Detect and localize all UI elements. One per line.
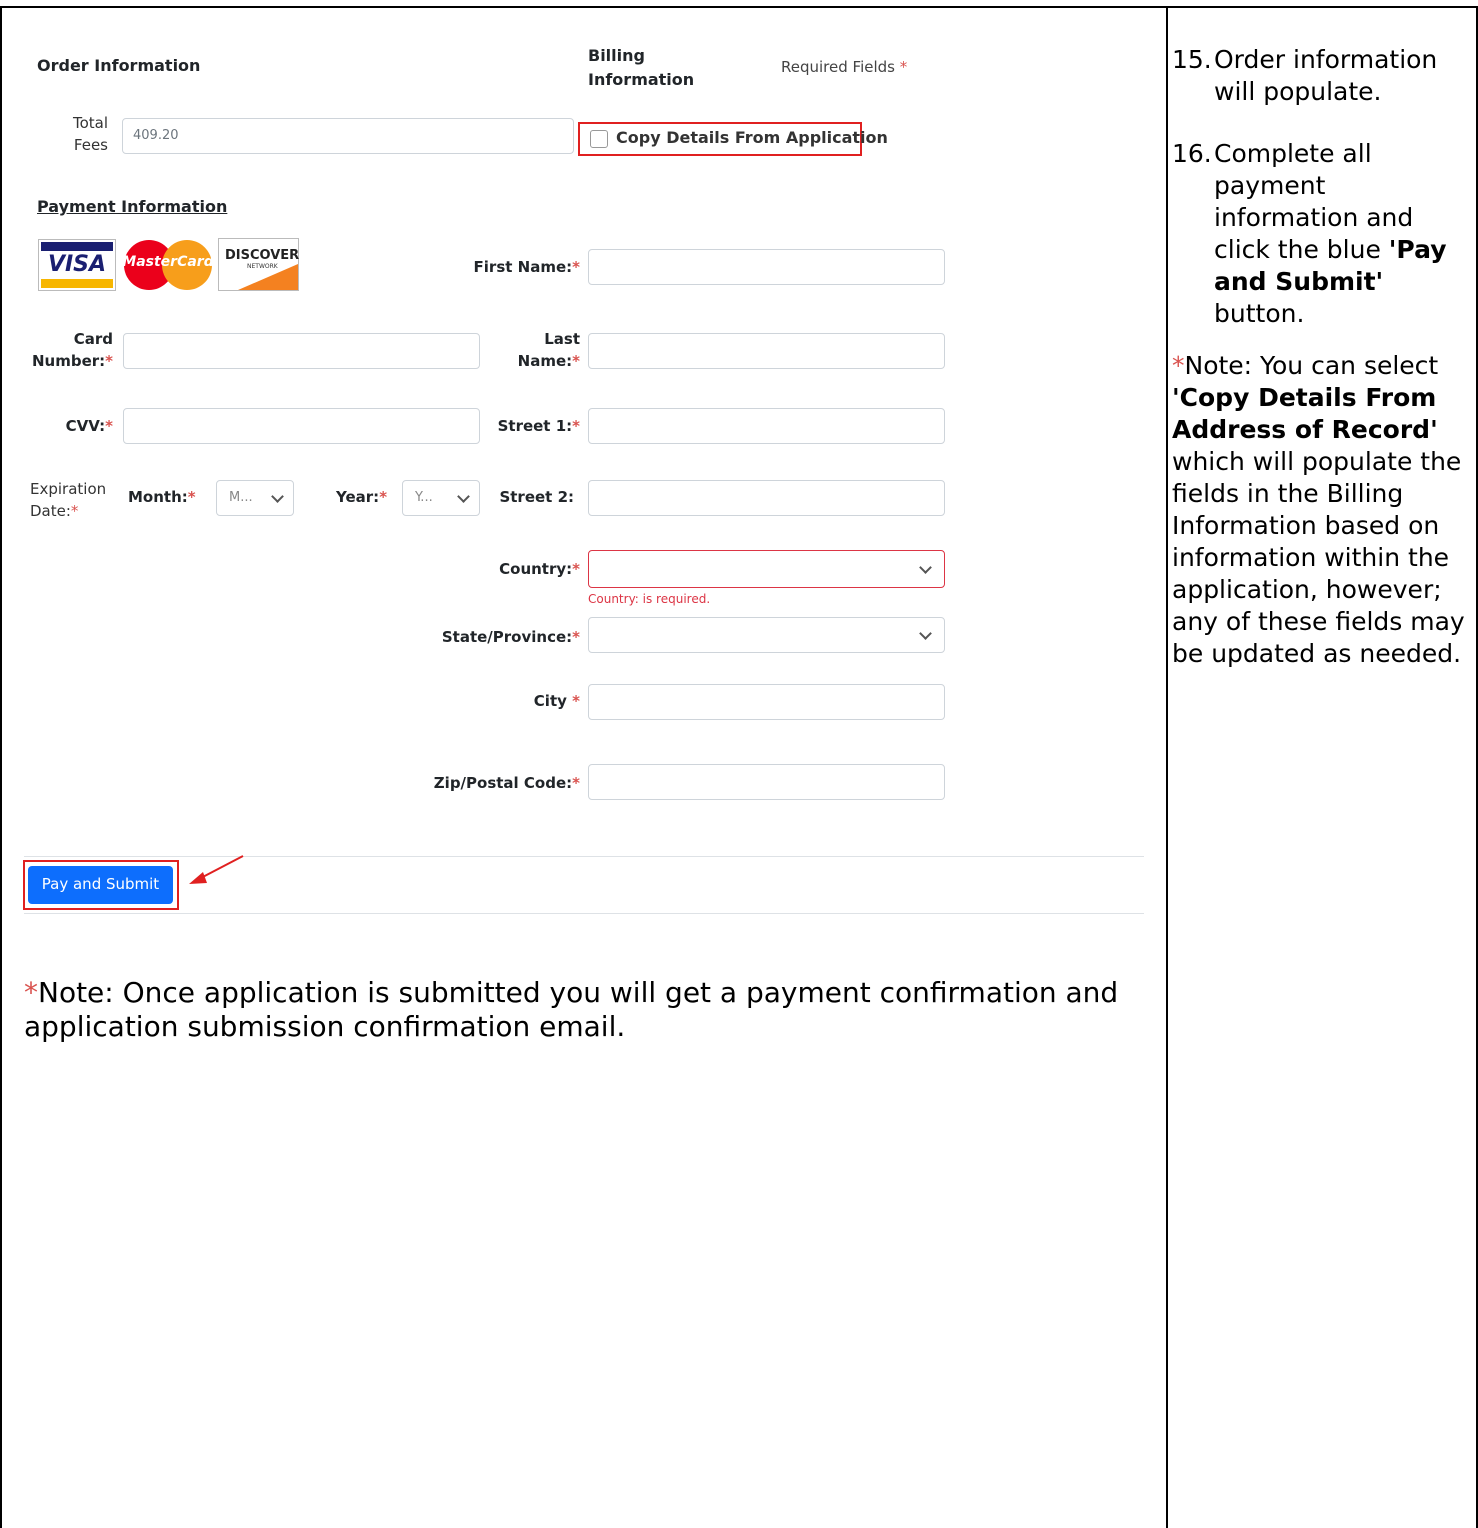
state-label: State/Province:* [441, 628, 580, 646]
last-name-input[interactable] [588, 333, 945, 369]
step-16-text: Complete all payment information and cli… [1214, 139, 1447, 328]
month-label: Month:* [128, 488, 196, 506]
discover-logo: DISCOVER NETWORK [218, 238, 299, 291]
cvv-input[interactable] [123, 408, 480, 444]
year-select-value: Y... [415, 490, 433, 505]
street2-input[interactable] [588, 480, 945, 516]
card-number-label: Card Number:* [31, 330, 113, 370]
order-information-heading: Order Information [37, 56, 201, 75]
card-number-input[interactable] [123, 333, 480, 369]
visa-logo: VISA [38, 239, 116, 291]
expiration-date-label: Expiration Date:* [30, 480, 107, 520]
required-asterisk: * [899, 58, 908, 76]
submission-note-text: Note: Once application is submitted you … [24, 976, 1119, 1043]
table-border-left [0, 6, 2, 1528]
required-fields-note: Required Fields * [781, 58, 907, 76]
first-name-input[interactable] [588, 249, 945, 285]
month-select[interactable]: M... [216, 480, 294, 516]
total-fees-field: 409.20 [122, 118, 574, 154]
pay-and-submit-button[interactable]: Pay and Submit [28, 866, 173, 904]
step-15: 15. Order information will populate. [1172, 44, 1472, 108]
month-select-value: M... [229, 490, 253, 505]
note-asterisk: * [24, 976, 38, 1009]
state-select[interactable] [588, 617, 945, 653]
country-select[interactable] [588, 550, 945, 588]
mastercard-logo: MasterCard [122, 239, 214, 291]
year-label: Year:* [336, 488, 388, 506]
copy-details-label[interactable]: Copy Details From Application [616, 128, 888, 147]
required-fields-text: Required Fields [781, 58, 895, 76]
street1-label: Street 1:* [497, 417, 580, 435]
table-border-middle [1166, 6, 1168, 1528]
instructions-column: 15. Order information will populate. 16.… [1172, 44, 1472, 670]
zip-input[interactable] [588, 764, 945, 800]
street1-input[interactable] [588, 408, 945, 444]
copy-details-checkbox[interactable] [590, 130, 608, 148]
step-15-number: 15. [1172, 45, 1212, 74]
red-arrow-icon [189, 855, 244, 884]
payment-information-heading: Payment Information [37, 197, 228, 216]
submission-note: *Note: Once application is submitted you… [24, 976, 1154, 1044]
step-15-text: Order information will populate. [1214, 45, 1438, 106]
total-fees-value: 409.20 [133, 128, 179, 143]
city-label: City * [533, 692, 580, 710]
copy-details-note: *Note: You can select 'Copy Details From… [1172, 351, 1465, 668]
chevron-down-icon [919, 627, 932, 640]
table-border-top [0, 6, 1478, 8]
zip-label: Zip/Postal Code:* [433, 774, 580, 792]
first-name-label: First Name:* [473, 258, 580, 276]
step-16-number: 16. [1172, 139, 1212, 168]
step-16: 16. Complete all payment information and… [1172, 138, 1472, 330]
total-fees-label: Total Fees [72, 114, 108, 154]
divider-bottom [24, 913, 1144, 914]
street2-label: Street 2: [499, 488, 574, 506]
city-input[interactable] [588, 684, 945, 720]
last-name-label: Last Name:* [517, 330, 580, 370]
chevron-down-icon [271, 490, 284, 503]
cvv-label: CVV:* [65, 417, 113, 435]
chevron-down-icon [919, 561, 932, 574]
country-label: Country:* [499, 560, 580, 578]
billing-information-heading: Billing Information [588, 46, 695, 89]
country-error-message: Country: is required. [588, 592, 711, 606]
